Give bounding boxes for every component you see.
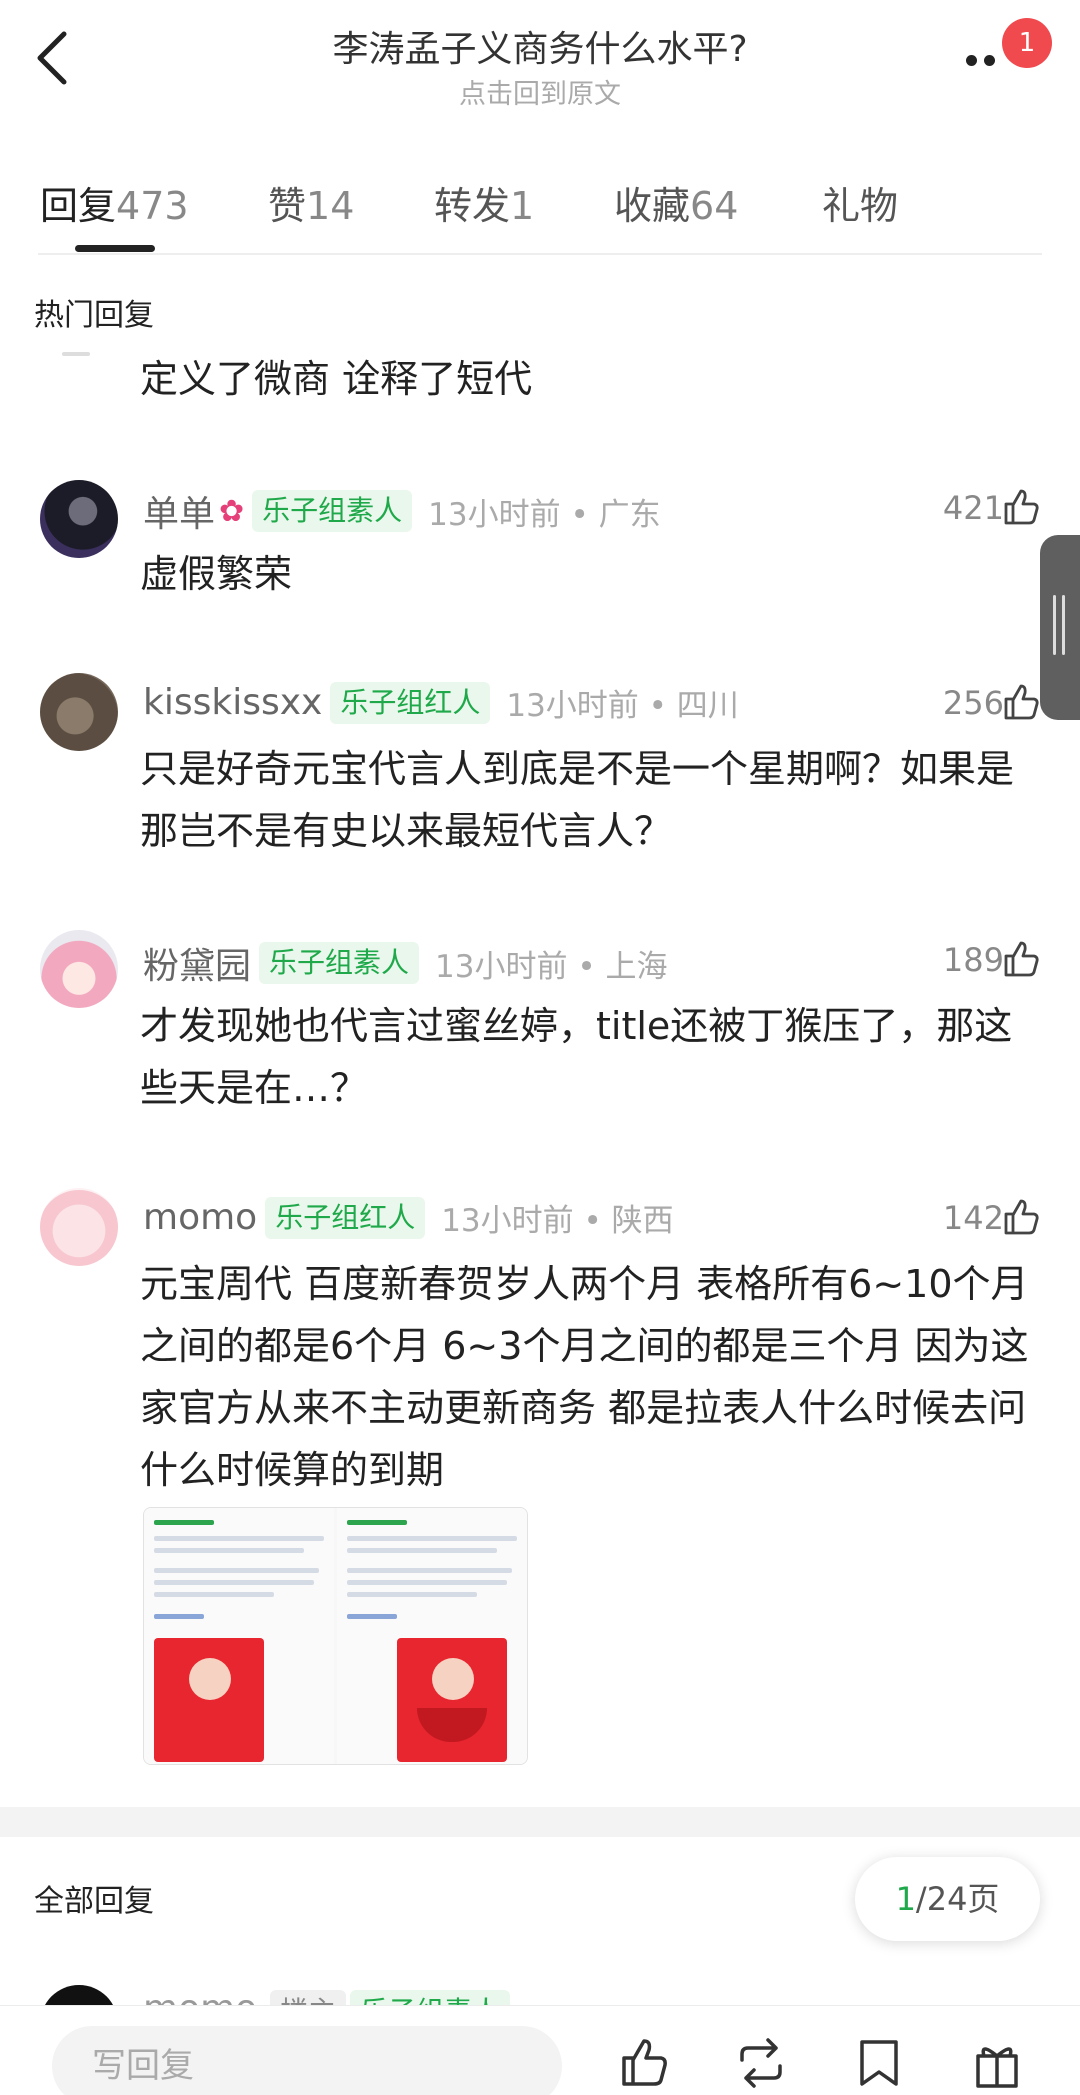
tab-gifts[interactable]: 礼物 xyxy=(822,175,898,230)
comment-meta: 单单 ✿ 乐子组素人 13小时前 • 广东 xyxy=(143,485,661,535)
page-title[interactable]: 李涛孟子义商务什么水平? xyxy=(0,20,1080,72)
timestamp-location: 13小时前 • 陕西 xyxy=(441,1203,674,1239)
comment-text: 虚假繁荣 xyxy=(140,552,293,596)
comment-text: 只是好奇元宝代言人到底是不是一个星期啊？如果是那岂不是有史以来最短代言人？ xyxy=(140,747,1015,853)
timestamp-location: 13小时前 • 上海 xyxy=(435,948,668,985)
timestamp-location: 13小时前 • 四川 xyxy=(506,688,739,724)
comment-text: 元宝周代 百度新春贺岁人两个月 表格所有6~10个月之间的都是6个月 6~3个月… xyxy=(140,1262,1029,1492)
avatar[interactable] xyxy=(40,930,118,1008)
gift-icon[interactable] xyxy=(970,2036,1024,2090)
active-tab-indicator xyxy=(75,245,155,252)
comment-meta: kisskissxx 乐子组红人 13小时前 • 四川 xyxy=(143,680,739,728)
like-count: 256 xyxy=(942,684,1004,722)
user-badge: 乐子组素人 xyxy=(252,490,413,532)
user-badge: 乐子组红人 xyxy=(265,1196,426,1239)
timestamp-location: 13小时前 • 广东 xyxy=(428,496,661,533)
screenshot-thumbnail-left xyxy=(144,1508,334,1764)
thumbs-up-icon[interactable] xyxy=(1002,1197,1042,1237)
more-options-icon[interactable] xyxy=(960,50,1010,70)
comment-meta: 粉黛园 乐子组素人 13小时前 • 上海 xyxy=(143,937,668,987)
comment-text: 才发现她也代言过蜜丝婷，title还被丁猴压了，那这些天是在…？ xyxy=(140,1004,1013,1110)
hot-replies-heading: 热门回复 xyxy=(34,298,154,333)
avatar[interactable] xyxy=(40,1188,118,1266)
divider xyxy=(38,253,1042,255)
section-separator xyxy=(0,1807,1080,1837)
like-count: 189 xyxy=(942,941,1004,979)
flower-icon: ✿ xyxy=(219,493,245,529)
repost-icon[interactable] xyxy=(734,2036,788,2090)
comment-text-partial: 定义了微商 诠释了短代 xyxy=(140,357,533,401)
tab-likes[interactable]: 赞14 xyxy=(268,175,354,230)
username[interactable]: 粉黛园 xyxy=(143,946,251,987)
avatar[interactable] xyxy=(40,673,118,751)
tab-reposts[interactable]: 转发1 xyxy=(434,175,534,230)
like-count: 142 xyxy=(942,1199,1004,1237)
thumbs-up-icon[interactable] xyxy=(1002,487,1042,527)
comment-image[interactable] xyxy=(143,1507,528,1765)
top-header: 李涛孟子义商务什么水平? 点击回到原文 1 xyxy=(0,0,1080,130)
screenshot-thumbnail-right xyxy=(337,1508,527,1764)
user-badge: 乐子组素人 xyxy=(259,942,420,984)
divider xyxy=(62,352,90,356)
thumbs-up-icon[interactable] xyxy=(618,2036,672,2090)
bottom-action-bar: 写回复 xyxy=(0,2005,1080,2095)
page-indicator[interactable]: 1/24页 xyxy=(855,1857,1040,1941)
username[interactable]: 单单 xyxy=(143,494,215,535)
username[interactable]: momo xyxy=(143,1197,257,1238)
comment-meta: momo 乐子组红人 13小时前 • 陕西 xyxy=(143,1195,674,1243)
scroll-handle[interactable] xyxy=(1040,535,1080,720)
all-replies-heading: 全部回复 xyxy=(34,1884,154,1919)
thumbs-up-icon[interactable] xyxy=(1002,682,1042,722)
reply-input[interactable]: 写回复 xyxy=(52,2026,562,2095)
tab-bar: 回复473 赞14 转发1 收藏64 礼物 xyxy=(0,165,1080,255)
thumbs-up-icon[interactable] xyxy=(1002,939,1042,979)
like-count: 421 xyxy=(942,489,1004,527)
notification-badge[interactable]: 1 xyxy=(1002,18,1052,68)
bookmark-icon[interactable] xyxy=(852,2036,906,2090)
tab-replies[interactable]: 回复473 xyxy=(40,175,189,230)
tab-favorites[interactable]: 收藏64 xyxy=(614,175,738,230)
avatar[interactable] xyxy=(40,480,118,558)
username[interactable]: kisskissxx xyxy=(143,682,322,723)
back-to-original-link[interactable]: 点击回到原文 xyxy=(0,72,1080,111)
user-badge: 乐子组红人 xyxy=(330,681,491,724)
